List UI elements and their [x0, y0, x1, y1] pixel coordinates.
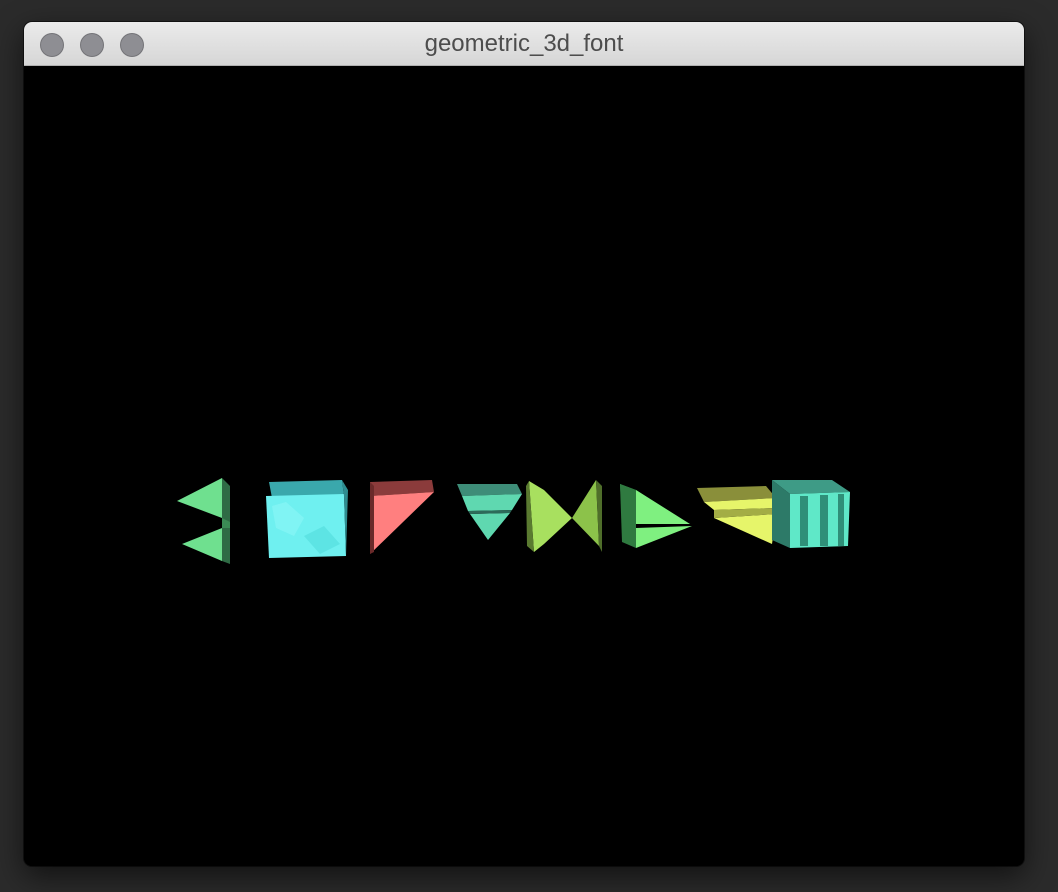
- title-bar[interactable]: geometric_3d_font: [24, 22, 1024, 66]
- glyph-4: [457, 484, 522, 540]
- glyph-3: [370, 480, 434, 554]
- glyph-8: [772, 480, 850, 548]
- scene-svg: [177, 478, 850, 564]
- render-canvas[interactable]: [24, 66, 1024, 866]
- app-window: geometric_3d_font: [24, 22, 1024, 866]
- glyph-2: [266, 480, 348, 558]
- glyph-7: [697, 486, 776, 544]
- glyph-5: [526, 480, 602, 552]
- window-title: geometric_3d_font: [424, 30, 624, 57]
- glyph-6: [620, 484, 692, 548]
- glyph-1: [177, 478, 230, 564]
